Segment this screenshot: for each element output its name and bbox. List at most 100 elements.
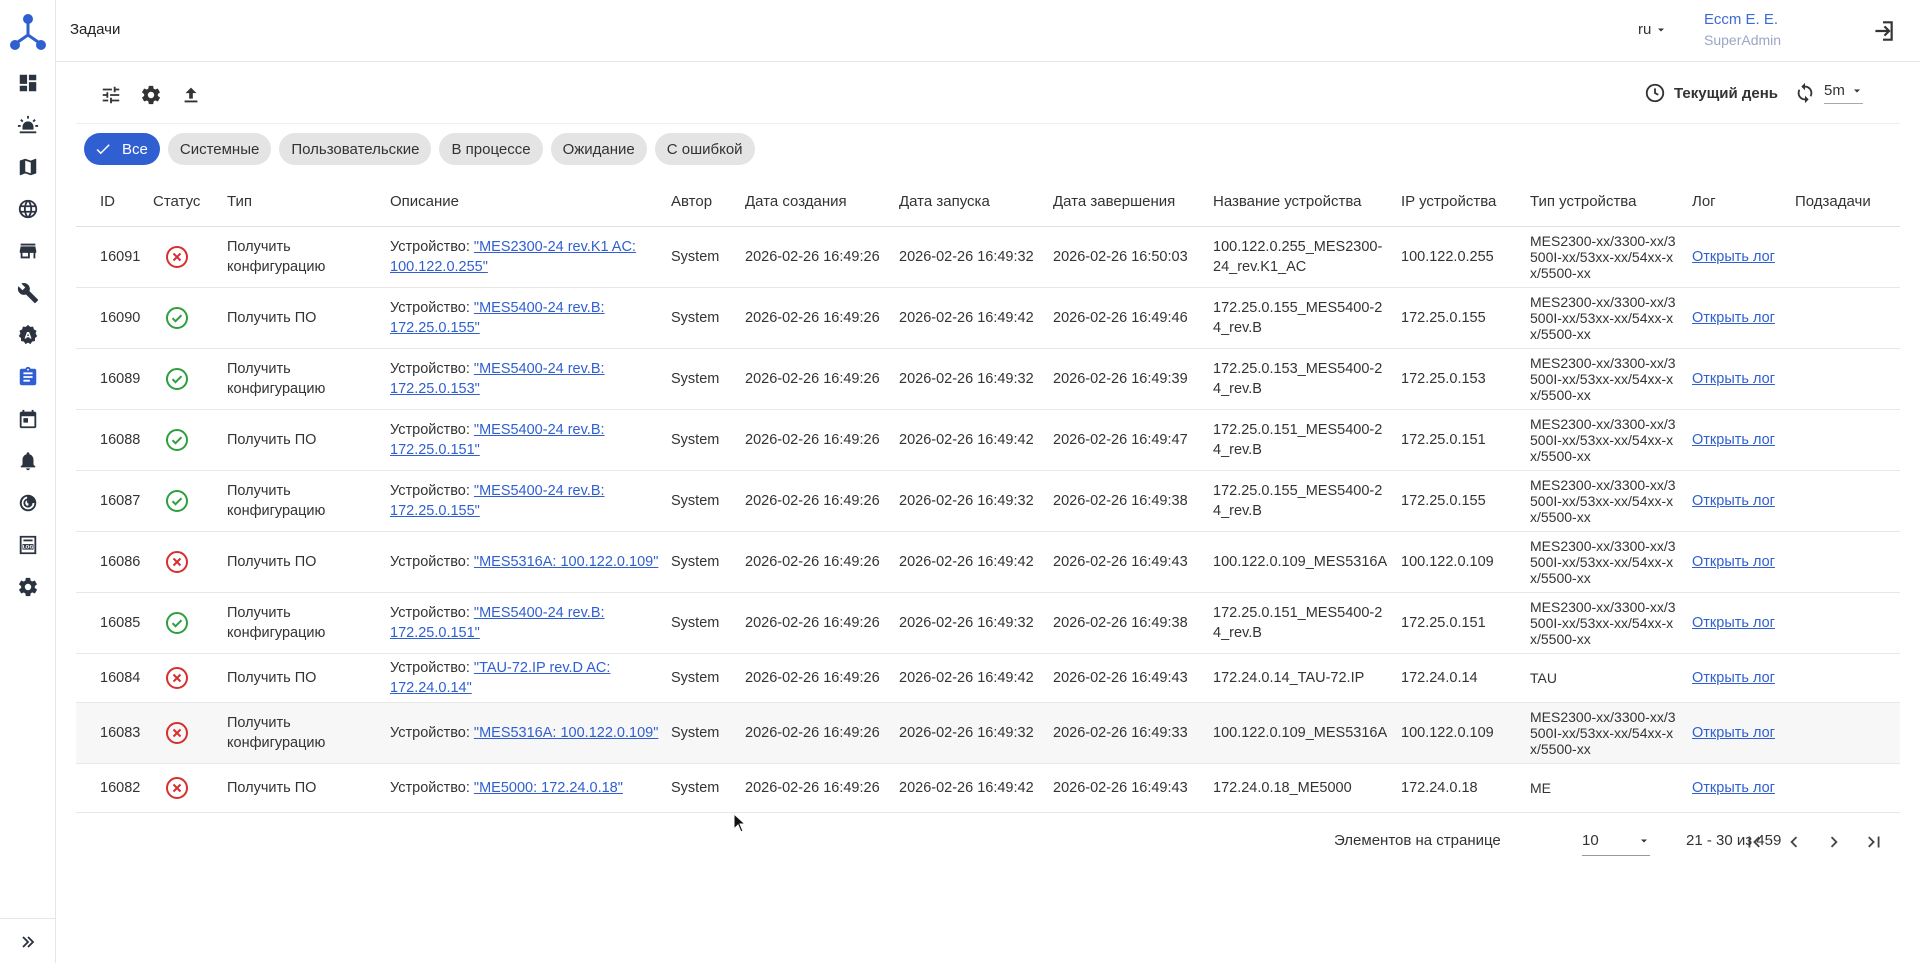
description-prefix: Устройство:: [390, 604, 474, 621]
period-selector[interactable]: Текущий день: [1644, 82, 1778, 104]
table-row[interactable]: 16083 Получить конфигурацию Устройство: "M…: [76, 702, 1900, 764]
cell-type: Получить конфигурацию: [221, 592, 384, 654]
cell-id: 16089: [76, 348, 147, 410]
filter-chip-4[interactable]: Ожидание: [550, 133, 647, 165]
open-log-link[interactable]: Открыть лог: [1692, 432, 1775, 448]
radar-icon[interactable]: [15, 490, 41, 516]
success-icon: [166, 367, 188, 390]
cell-finished: 2026-02-26 16:49:47: [1047, 409, 1207, 471]
cell-started: 2026-02-26 16:49:42: [893, 409, 1047, 471]
table-row[interactable]: 16082 Получить ПО Устройство: "ME5000: 172…: [76, 763, 1900, 813]
cell-type: Получить конфигурацию: [221, 226, 384, 288]
refresh-interval-select[interactable]: 5m: [1824, 82, 1863, 104]
column-header[interactable]: Описание: [384, 178, 665, 227]
cell-finished: 2026-02-26 16:49:38: [1047, 470, 1207, 532]
tasks-icon[interactable]: [15, 364, 41, 390]
cell-log: Открыть лог: [1686, 409, 1789, 471]
column-header[interactable]: Тип устройства: [1524, 178, 1686, 227]
upload-button[interactable]: [178, 82, 204, 108]
open-log-link[interactable]: Открыть лог: [1692, 725, 1775, 741]
calendar-icon[interactable]: [15, 406, 41, 432]
filter-chip-1[interactable]: Системные: [167, 133, 272, 165]
alarm-light-icon[interactable]: [15, 112, 41, 138]
map-icon[interactable]: [15, 154, 41, 180]
table-row[interactable]: 16091 Получить конфигурацию Устройство: "M…: [76, 226, 1900, 288]
open-log-link[interactable]: Открыть лог: [1692, 780, 1775, 796]
error-icon: [166, 666, 188, 689]
filter-settings-button[interactable]: [98, 82, 124, 108]
filter-chip-0[interactable]: Все: [84, 133, 160, 165]
column-header[interactable]: Название устройства: [1207, 178, 1395, 227]
device-link[interactable]: "MES5316A: 100.122.0.109": [474, 554, 658, 570]
language-selector[interactable]: ru: [1638, 21, 1667, 38]
log-icon[interactable]: LOG: [15, 532, 41, 558]
cell-type: Получить ПО: [221, 531, 384, 593]
settings-icon[interactable]: [15, 574, 41, 600]
store-icon[interactable]: [15, 238, 41, 264]
cell-log: Открыть лог: [1686, 287, 1789, 349]
open-log-link[interactable]: Открыть лог: [1692, 493, 1775, 509]
table-row[interactable]: 16087 Получить конфигурацию Устройство: "M…: [76, 470, 1900, 532]
dashboard-icon[interactable]: [15, 70, 41, 96]
filter-chip-5[interactable]: С ошибкой: [654, 133, 755, 165]
cell-subtasks: [1789, 653, 1900, 703]
table-row[interactable]: 16090 Получить ПО Устройство: "MES5400-24 …: [76, 287, 1900, 349]
success-icon: [166, 489, 188, 512]
cell-subtasks: [1789, 702, 1900, 764]
cell-device-name: 100.122.0.109_MES5316A: [1207, 702, 1395, 764]
cell-created: 2026-02-26 16:49:26: [739, 287, 893, 349]
cell-device-type: MES2300-xx/3300-xx/3500I-xx/53xx-xx/54xx…: [1524, 470, 1686, 532]
table-row[interactable]: 16088 Получить ПО Устройство: "MES5400-24 …: [76, 409, 1900, 471]
cell-device-name: 100.122.0.255_MES2300-24_rev.K1_AC: [1207, 226, 1395, 288]
column-header[interactable]: IP устройства: [1395, 178, 1524, 227]
open-log-link[interactable]: Открыть лог: [1692, 670, 1775, 686]
bell-icon[interactable]: [15, 448, 41, 474]
settings-button[interactable]: [138, 82, 164, 108]
column-header[interactable]: Дата запуска: [893, 178, 1047, 227]
cell-ip: 172.25.0.155: [1395, 470, 1524, 532]
column-header[interactable]: Подзадачи: [1789, 178, 1900, 227]
column-header[interactable]: ID: [76, 178, 147, 227]
column-header[interactable]: Статус: [147, 178, 221, 227]
items-per-page-select[interactable]: 10: [1582, 826, 1650, 856]
device-link[interactable]: "MES5316A: 100.122.0.109": [474, 725, 658, 741]
logout-icon[interactable]: [1870, 18, 1896, 44]
refresh-control[interactable]: 5m: [1794, 82, 1863, 104]
column-header[interactable]: Автор: [665, 178, 739, 227]
cell-device-name: 172.25.0.151_MES5400-24_rev.B: [1207, 409, 1395, 471]
table-row[interactable]: 16089 Получить конфигурацию Устройство: "M…: [76, 348, 1900, 410]
last-page-button[interactable]: [1860, 828, 1888, 856]
cell-id: 16083: [76, 702, 147, 764]
wrench-icon[interactable]: [15, 280, 41, 306]
cell-author: System: [665, 592, 739, 654]
open-log-link[interactable]: Открыть лог: [1692, 615, 1775, 631]
globe-icon[interactable]: [15, 196, 41, 222]
table-row[interactable]: 16086 Получить ПО Устройство: "MES5316A: 1…: [76, 531, 1900, 593]
automation-icon[interactable]: A: [15, 322, 41, 348]
open-log-link[interactable]: Открыть лог: [1692, 371, 1775, 387]
table-row[interactable]: 16085 Получить конфигурацию Устройство: "M…: [76, 592, 1900, 654]
user-info[interactable]: Ессm Е. Е. SuperAdmin: [1704, 11, 1781, 48]
column-header[interactable]: Дата создания: [739, 178, 893, 227]
filter-chip-2[interactable]: Пользовательские: [279, 133, 432, 165]
error-icon: [166, 776, 188, 799]
device-link[interactable]: "ME5000: 172.24.0.18": [474, 780, 623, 796]
table-row[interactable]: 16084 Получить ПО Устройство: "TAU-72.IP r…: [76, 653, 1900, 703]
cell-type: Получить конфигурацию: [221, 348, 384, 410]
column-header[interactable]: Тип: [221, 178, 384, 227]
open-log-link[interactable]: Открыть лог: [1692, 310, 1775, 326]
open-log-link[interactable]: Открыть лог: [1692, 249, 1775, 265]
first-page-button[interactable]: [1740, 828, 1768, 856]
filter-chip-label: В процессе: [451, 140, 531, 158]
filter-chip-label: Все: [122, 140, 148, 158]
column-header[interactable]: Лог: [1686, 178, 1789, 227]
open-log-link[interactable]: Открыть лог: [1692, 554, 1775, 570]
prev-page-button[interactable]: [1780, 828, 1808, 856]
cell-started: 2026-02-26 16:49:32: [893, 348, 1047, 410]
expand-sidebar-icon[interactable]: [15, 929, 41, 955]
column-header[interactable]: Дата завершения: [1047, 178, 1207, 227]
filter-chip-3[interactable]: В процессе: [439, 133, 543, 165]
description-prefix: Устройство:: [390, 421, 474, 438]
next-page-button[interactable]: [1820, 828, 1848, 856]
app-logo[interactable]: [8, 12, 48, 52]
